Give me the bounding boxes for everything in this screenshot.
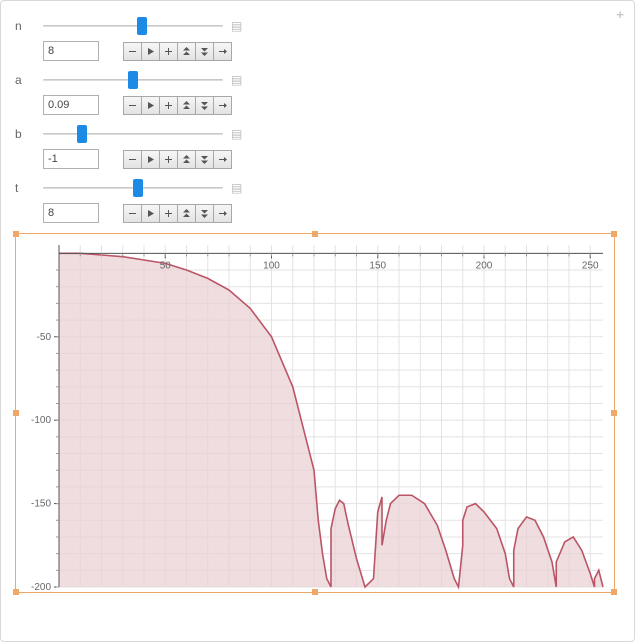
plot: 50 100 150 200 250 -50 -100 -150 -200 (17, 235, 613, 591)
down2-button-n[interactable] (195, 42, 214, 61)
resize-handle-bc[interactable] (312, 589, 318, 595)
slider-menu-icon[interactable]: ▤ (231, 127, 242, 141)
svg-text:250: 250 (582, 260, 599, 271)
controls-area: n▤8a▤0.09b▤-1t▤8 (15, 17, 265, 223)
slider-b[interactable] (43, 126, 223, 142)
play-button-t[interactable] (141, 204, 160, 223)
slider-menu-icon[interactable]: ▤ (231, 19, 242, 33)
minus-button-a[interactable] (123, 96, 142, 115)
resize-handle-mr[interactable] (611, 410, 617, 416)
svg-text:50: 50 (160, 260, 172, 271)
svg-text:-200: -200 (31, 582, 51, 591)
up2-button-t[interactable] (177, 204, 196, 223)
plot-selection-frame[interactable]: 50 100 150 200 250 -50 -100 -150 -200 (15, 233, 615, 593)
play-button-n[interactable] (141, 42, 160, 61)
svg-text:200: 200 (476, 260, 493, 271)
right-button-t[interactable] (213, 204, 232, 223)
slider-thumb-n[interactable] (137, 17, 147, 35)
label-t: t (15, 181, 43, 195)
label-b: b (15, 127, 43, 141)
resize-handle-tr[interactable] (611, 231, 617, 237)
manipulate-panel: + n▤8a▤0.09b▤-1t▤8 50100150200250-50-100… (0, 0, 635, 642)
plus-button-n[interactable] (159, 42, 178, 61)
svg-text:150: 150 (369, 260, 386, 271)
slider-thumb-b[interactable] (77, 125, 87, 143)
slider-menu-icon[interactable]: ▤ (231, 73, 242, 87)
resize-handle-ml[interactable] (13, 410, 19, 416)
plus-button-a[interactable] (159, 96, 178, 115)
svg-text:-100: -100 (31, 415, 51, 426)
resize-handle-br[interactable] (611, 589, 617, 595)
play-button-a[interactable] (141, 96, 160, 115)
minus-button-b[interactable] (123, 150, 142, 169)
expand-icon[interactable]: + (616, 7, 624, 22)
play-button-b[interactable] (141, 150, 160, 169)
value-input-t[interactable]: 8 (43, 203, 99, 223)
up2-button-n[interactable] (177, 42, 196, 61)
right-button-b[interactable] (213, 150, 232, 169)
slider-n[interactable] (43, 18, 223, 34)
slider-thumb-t[interactable] (133, 179, 143, 197)
slider-a[interactable] (43, 72, 223, 88)
right-button-a[interactable] (213, 96, 232, 115)
svg-text:-50: -50 (37, 332, 52, 343)
down2-button-t[interactable] (195, 204, 214, 223)
slider-thumb-a[interactable] (128, 71, 138, 89)
right-button-n[interactable] (213, 42, 232, 61)
slider-menu-icon[interactable]: ▤ (231, 181, 242, 195)
svg-text:-150: -150 (31, 499, 51, 510)
down2-button-b[interactable] (195, 150, 214, 169)
value-input-n[interactable]: 8 (43, 41, 99, 61)
label-n: n (15, 19, 43, 33)
plus-button-t[interactable] (159, 204, 178, 223)
up2-button-a[interactable] (177, 96, 196, 115)
minus-button-t[interactable] (123, 204, 142, 223)
minus-button-n[interactable] (123, 42, 142, 61)
label-a: a (15, 73, 43, 87)
down2-button-a[interactable] (195, 96, 214, 115)
value-input-b[interactable]: -1 (43, 149, 99, 169)
svg-text:100: 100 (263, 260, 280, 271)
resize-handle-bl[interactable] (13, 589, 19, 595)
resize-handle-tl[interactable] (13, 231, 19, 237)
slider-t[interactable] (43, 180, 223, 196)
up2-button-b[interactable] (177, 150, 196, 169)
value-input-a[interactable]: 0.09 (43, 95, 99, 115)
plus-button-b[interactable] (159, 150, 178, 169)
resize-handle-tc[interactable] (312, 231, 318, 237)
